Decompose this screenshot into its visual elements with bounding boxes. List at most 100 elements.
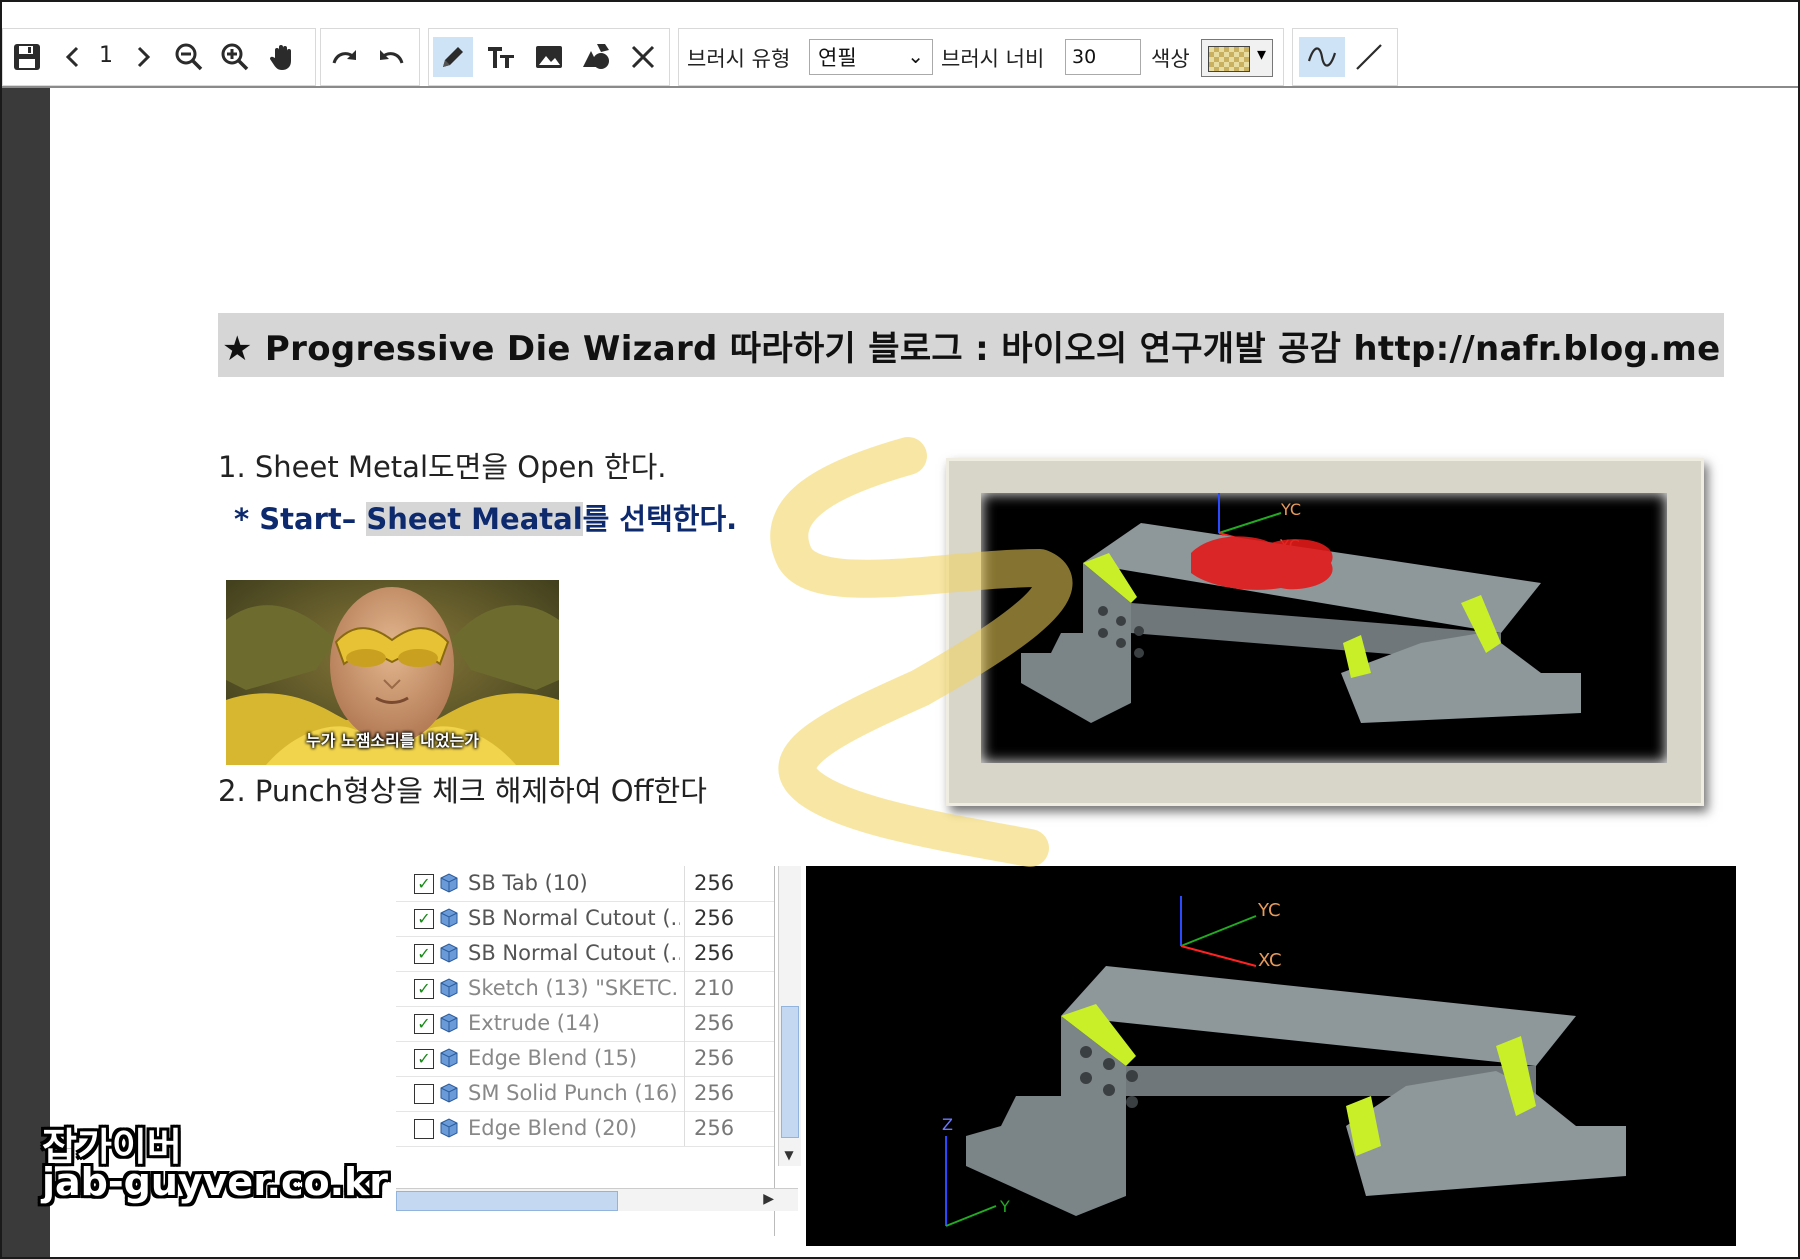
tree-row-value: 256: [694, 1046, 735, 1070]
undo-icon[interactable]: [371, 37, 411, 77]
toolbar-group-stroke: [1292, 28, 1398, 86]
feature-icon: [440, 908, 458, 928]
column-divider: [684, 936, 685, 971]
scroll-right-icon[interactable]: ▶: [763, 1191, 774, 1207]
tree-row[interactable]: ✓ SB Tab (10) 256: [396, 866, 774, 902]
page-heading: ★ Progressive Die Wizard 따라하기 블로그 : 바이오의…: [218, 313, 1724, 377]
checkbox[interactable]: ✓: [414, 944, 434, 964]
pencil-icon[interactable]: [433, 37, 473, 77]
brush-type-label: 브러시 유형: [687, 47, 791, 71]
tree-row[interactable]: ✓ Edge Blend (15) 256: [396, 1041, 774, 1077]
color-picker[interactable]: ▾: [1201, 39, 1273, 77]
checkbox[interactable]: ✓: [414, 1049, 434, 1069]
tree-row-name: Sketch (13) "SKETC...: [468, 976, 680, 1000]
close-icon[interactable]: [623, 37, 663, 77]
toolbar: 1 브러시 유형 연필 ⌄ 브러시 너비 30 색상 ▾: [2, 2, 1798, 88]
sub-suffix: 를 선택한다.: [582, 502, 738, 536]
tree-row-name: SB Tab (10): [468, 871, 588, 895]
column-divider: [684, 866, 685, 901]
tree-row-name: Edge Blend (15): [468, 1046, 638, 1070]
shapes-icon[interactable]: [577, 37, 617, 77]
watermark-url: jab-guyver.co.kr: [42, 1160, 389, 1204]
brush-width-label: 브러시 너비: [941, 47, 1045, 71]
checkbox[interactable]: ✓: [414, 909, 434, 929]
step-1-subtext: * Start– Sheet Meatal를 선택한다.: [234, 496, 737, 538]
zoom-out-icon[interactable]: [169, 37, 209, 77]
cad2-y-label: Y: [999, 1197, 1010, 1216]
checkbox[interactable]: ✓: [414, 1014, 434, 1034]
sub-prefix: * Start–: [234, 502, 367, 536]
tree-row-value: 256: [694, 1011, 735, 1035]
page-number[interactable]: 1: [99, 43, 119, 68]
scroll-down-icon[interactable]: ▼: [781, 1148, 797, 1164]
column-divider: [684, 1076, 685, 1111]
scroll-thumb-horizontal[interactable]: [396, 1191, 618, 1211]
dropdown-arrow-icon: ▾: [1256, 44, 1266, 65]
text-icon[interactable]: [481, 37, 521, 77]
tree-row[interactable]: Edge Blend (20) 256: [396, 1111, 774, 1147]
tree-row[interactable]: ✓ SB Normal Cutout (... 256: [396, 901, 774, 937]
color-swatch: [1208, 46, 1250, 72]
tree-row-value: 256: [694, 1116, 735, 1140]
tree-row-value: 256: [694, 941, 735, 965]
tree-row-name: Extrude (14): [468, 1011, 600, 1035]
cad1-yc-label: YC: [1280, 500, 1301, 519]
prev-page-icon[interactable]: [53, 37, 93, 77]
column-divider: [684, 1041, 685, 1076]
tree-row[interactable]: ✓ Sketch (13) "SKETC... 210: [396, 971, 774, 1007]
column-divider: [684, 1111, 685, 1146]
next-page-icon[interactable]: [123, 37, 163, 77]
tree-row-name: SB Normal Cutout (...: [468, 906, 680, 930]
tree-row[interactable]: SM Solid Punch (16) 256: [396, 1076, 774, 1112]
column-divider: [684, 971, 685, 1006]
column-divider: [684, 1006, 685, 1041]
tree-row[interactable]: ✓ SB Normal Cutout (... 256: [396, 936, 774, 972]
cad-screenshot-framed: YC XC: [946, 458, 1704, 806]
zoom-in-icon[interactable]: [215, 37, 255, 77]
freehand-icon[interactable]: [1299, 37, 1345, 77]
toolbar-group-navigation: 1: [2, 28, 316, 86]
toolbar-group-tools: [428, 28, 670, 86]
meme-image: 누가 노잼소리를 내었는가: [226, 580, 559, 765]
tree-row[interactable]: ✓ Extrude (14) 256: [396, 1006, 774, 1042]
column-divider: [684, 901, 685, 936]
save-icon[interactable]: [7, 37, 47, 77]
brush-width-input[interactable]: 30: [1065, 39, 1141, 75]
checkbox[interactable]: ✓: [414, 874, 434, 894]
image-icon[interactable]: [529, 37, 569, 77]
scroll-thumb[interactable]: [781, 1006, 799, 1138]
feature-icon: [440, 943, 458, 963]
brush-type-select[interactable]: 연필 ⌄: [809, 39, 933, 75]
redo-icon[interactable]: [325, 37, 365, 77]
tree-row-name: SM Solid Punch (16): [468, 1081, 678, 1105]
step-2-text: 2. Punch형상을 체크 해제하여 Off한다: [218, 774, 707, 808]
cad-viewport-1: YC XC: [981, 493, 1667, 763]
brush-width-value: 30: [1072, 46, 1097, 68]
feature-icon: [440, 1013, 458, 1033]
feature-icon: [440, 978, 458, 998]
tree-row-value: 256: [694, 1081, 735, 1105]
brush-type-value: 연필: [818, 46, 857, 70]
tree-row-value: 256: [694, 871, 735, 895]
chevron-down-icon: ⌄: [907, 44, 924, 68]
feature-icon: [440, 1118, 458, 1138]
cad2-yc-label: YC: [1257, 900, 1281, 921]
checkbox[interactable]: [414, 1084, 434, 1104]
document-page: ★ Progressive Die Wizard 따라하기 블로그 : 바이오의…: [50, 88, 1798, 1257]
checkbox[interactable]: [414, 1119, 434, 1139]
meme-caption: 누가 노잼소리를 내었는가: [305, 731, 480, 750]
tree-vertical-scrollbar[interactable]: ▼: [778, 866, 801, 1166]
line-icon[interactable]: [1349, 37, 1389, 77]
sub-highlight: Sheet Meatal: [366, 502, 583, 536]
feature-icon: [440, 873, 458, 893]
hand-icon[interactable]: [263, 37, 303, 77]
feature-icon: [440, 1048, 458, 1068]
feature-tree: ✓ SB Tab (10) 256 ✓ SB Normal Cutout (... 256…: [396, 866, 775, 1236]
color-label: 색상: [1151, 47, 1190, 71]
left-sidebar-strip: [2, 88, 50, 1257]
tree-horizontal-scrollbar[interactable]: ▶: [396, 1188, 798, 1211]
step-1-text: 1. Sheet Metal도면을 Open 한다.: [218, 450, 667, 484]
tree-row-name: SB Normal Cutout (...: [468, 941, 680, 965]
checkbox[interactable]: ✓: [414, 979, 434, 999]
cad-viewport-2: YC XC Z Y: [806, 866, 1736, 1246]
